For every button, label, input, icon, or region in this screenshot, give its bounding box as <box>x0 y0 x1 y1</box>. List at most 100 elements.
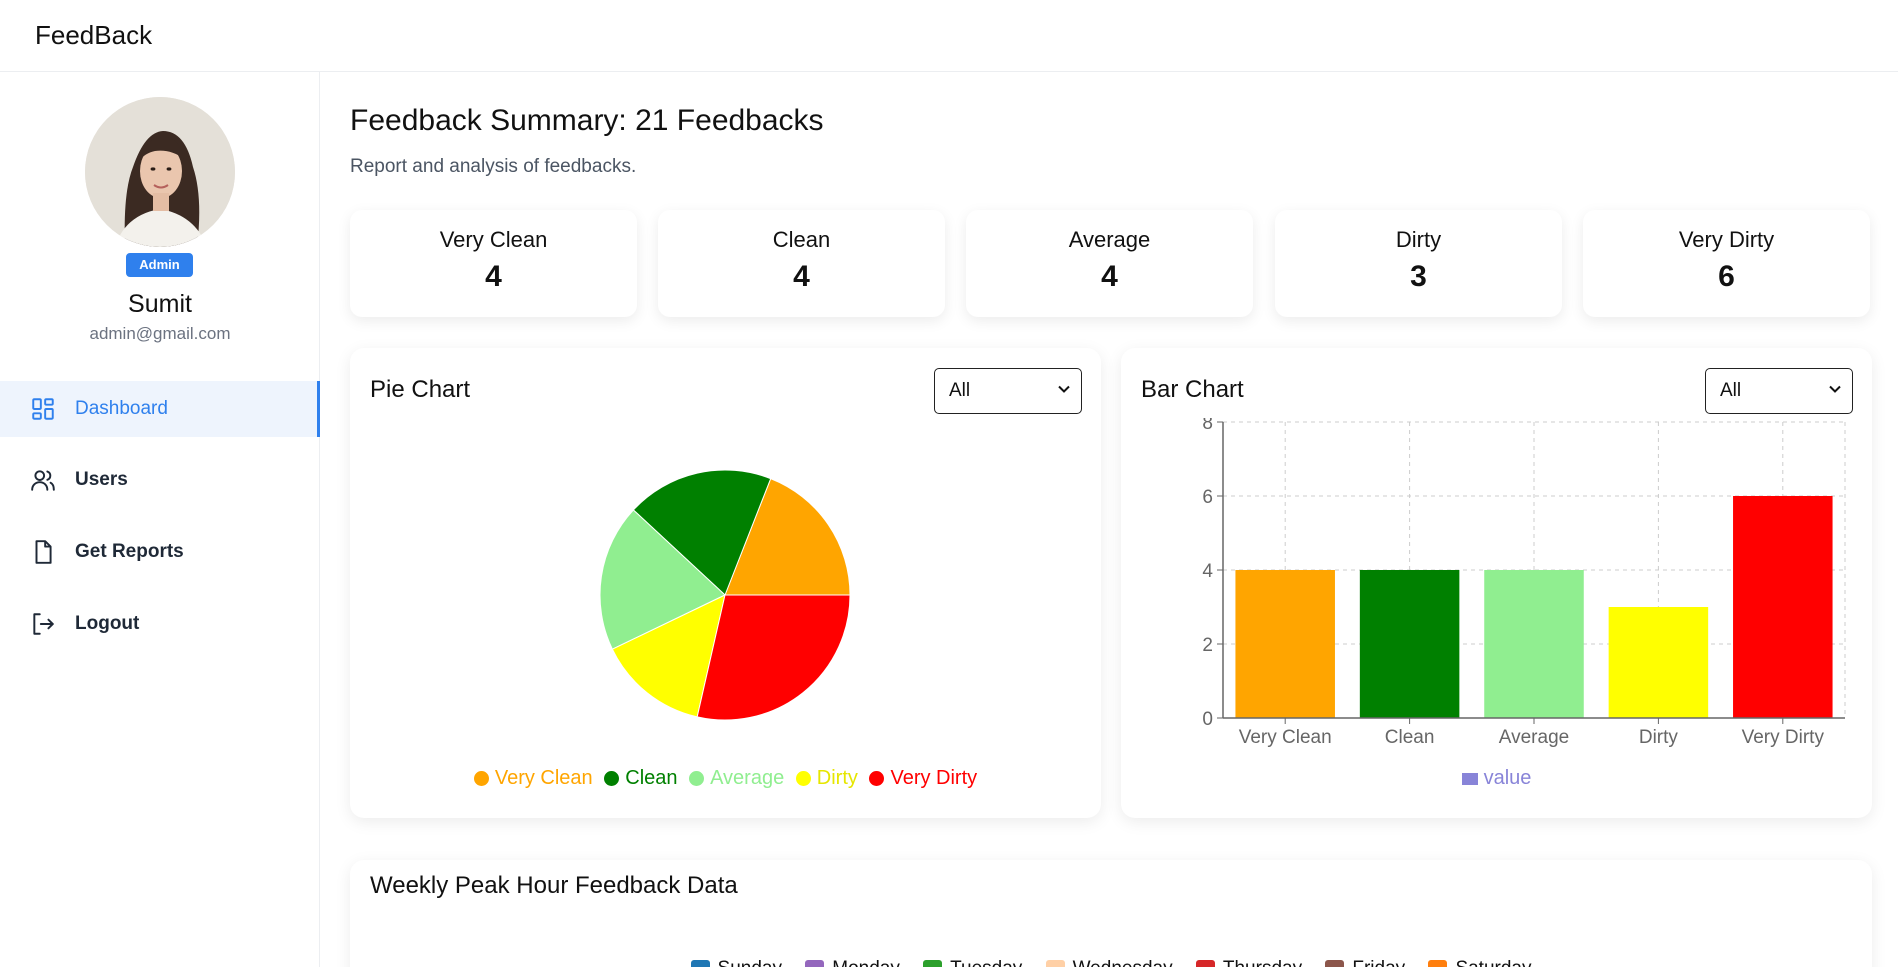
legend-dot <box>473 771 489 786</box>
legend-swatch <box>1045 959 1065 967</box>
sidebar-item-logout[interactable]: Logout <box>0 596 320 652</box>
sidebar-item-label: Get Reports <box>75 541 184 562</box>
legend-label: value <box>1483 767 1532 789</box>
pie-filter-value: All <box>949 380 971 401</box>
stat-card-average: Average 4 <box>966 210 1253 317</box>
y-tick-label: 6 <box>1202 487 1213 508</box>
stat-label: Dirty <box>1395 227 1442 252</box>
sidebar-item-label: Dashboard <box>75 398 168 419</box>
document-icon <box>30 539 56 565</box>
weekly-peak-title: Weekly Peak Hour Feedback Data <box>370 872 738 899</box>
legend-label: Sunday <box>718 958 782 967</box>
weekly-legend: Sunday Monday Tuesday Wednesday Thursday… <box>350 958 1872 967</box>
legend-item-very-dirty: Very Dirty <box>869 767 977 790</box>
bar-legend: value <box>1121 767 1872 791</box>
stat-label: Very Dirty <box>1678 227 1775 252</box>
pie-legend: Very Clean Clean Average Dirty Very Dirt… <box>350 767 1101 792</box>
page-title: Feedback Summary: 21 Feedbacks <box>350 104 824 137</box>
legend-swatch <box>1325 959 1345 967</box>
stat-label: Clean <box>772 227 831 252</box>
legend-label: Clean <box>625 767 678 789</box>
legend-item-average: Average <box>689 767 784 790</box>
app-brand[interactable]: FeedBack <box>35 20 152 51</box>
legend-item-dirty: Dirty <box>795 767 858 790</box>
legend-label: Very Dirty <box>890 767 978 789</box>
stat-card-very-dirty: Very Dirty 6 <box>1583 210 1870 317</box>
legend-label: Dirty <box>816 767 858 789</box>
x-tick-label: Average <box>1499 727 1569 748</box>
sidebar-item-get-reports[interactable]: Get Reports <box>0 524 320 580</box>
y-tick-label: 0 <box>1202 709 1213 730</box>
stat-card-clean: Clean 4 <box>658 210 945 317</box>
legend-label: Monday <box>832 958 900 967</box>
stat-value: 4 <box>1101 260 1118 293</box>
stat-card-very-clean: Very Clean 4 <box>350 210 637 317</box>
legend-swatch <box>690 959 710 967</box>
y-tick-label: 4 <box>1202 561 1213 582</box>
legend-item-value: value <box>1461 767 1532 790</box>
legend-item-thursday: Thursday <box>1195 958 1302 967</box>
legend-label: Wednesday <box>1073 958 1173 967</box>
pie-chart-title: Pie Chart <box>370 376 471 403</box>
x-tick-label: Very Dirty <box>1742 727 1825 748</box>
bar-filter-value: All <box>1720 380 1742 401</box>
pie-filter-select[interactable]: All <box>934 368 1082 414</box>
stat-value: 3 <box>1410 260 1427 293</box>
logout-icon <box>30 611 56 637</box>
sidebar-item-label: Logout <box>75 613 140 634</box>
legend-label: Average <box>710 767 785 789</box>
stat-value: 4 <box>485 260 502 293</box>
sidebar-item-dashboard[interactable]: Dashboard <box>0 381 320 437</box>
bar-very-dirty[interactable] <box>1733 496 1833 718</box>
weekly-peak-panel: Weekly Peak Hour Feedback Data Sunday Mo… <box>350 860 1872 967</box>
sidebar: Admin Sumit admin@gmail.com Dashboard Us… <box>0 72 320 967</box>
bar-filter-select[interactable]: All <box>1705 368 1853 414</box>
legend-item-saturday: Saturday <box>1428 958 1531 967</box>
legend-dot <box>795 771 811 786</box>
page-subtitle: Report and analysis of feedbacks. <box>350 156 637 177</box>
users-icon <box>30 467 56 493</box>
legend-label: Very Clean <box>494 767 593 789</box>
user-email: admin@gmail.com <box>89 324 231 343</box>
chevron-down-icon <box>1058 385 1070 393</box>
y-tick-label: 8 <box>1202 418 1213 434</box>
x-tick-label: Dirty <box>1639 727 1679 748</box>
legend-swatch <box>1195 959 1215 967</box>
legend-label: Saturday <box>1455 958 1531 967</box>
legend-swatch <box>1428 959 1448 967</box>
x-tick-label: Very Clean <box>1239 727 1332 748</box>
stat-card-dirty: Dirty 3 <box>1275 210 1562 317</box>
bar-clean[interactable] <box>1359 570 1460 718</box>
stat-label: Average <box>1068 227 1151 252</box>
bar-very-clean[interactable] <box>1235 570 1335 718</box>
legend-dot <box>869 771 885 786</box>
sidebar-item-users[interactable]: Users <box>0 452 320 508</box>
y-tick-label: 2 <box>1202 635 1213 656</box>
legend-item-tuesday: Tuesday <box>923 958 1022 967</box>
legend-dot <box>689 771 705 786</box>
pie-chart <box>599 469 851 721</box>
stat-value: 6 <box>1718 260 1735 293</box>
legend-item-sunday: Sunday <box>690 958 782 967</box>
bar-chart: 0 2 4 6 8 Very Clean Clean Average Dirty Very Dir… <box>1202 418 1846 748</box>
legend-item-monday: Monday <box>805 958 900 967</box>
dashboard-grid-icon <box>30 396 56 422</box>
legend-swatch <box>1461 772 1478 785</box>
bar-chart-title: Bar Chart <box>1141 376 1244 403</box>
admin-badge: Admin <box>126 253 193 277</box>
sidebar-item-label: Users <box>75 469 128 490</box>
user-name: Sumit <box>128 290 192 318</box>
bar-average[interactable] <box>1484 570 1584 718</box>
chevron-down-icon <box>1829 385 1841 393</box>
x-tick-label: Clean <box>1385 727 1435 748</box>
top-bar: FeedBack <box>0 0 1898 72</box>
legend-item-clean: Clean <box>604 767 678 790</box>
bar-chart-panel: Bar Chart All 0 2 4 6 8 Very Clean Clean Averag… <box>1121 348 1872 818</box>
legend-dot <box>604 771 620 786</box>
avatar <box>85 97 235 247</box>
legend-item-very-clean: Very Clean <box>473 767 593 790</box>
legend-label: Friday <box>1352 958 1405 967</box>
legend-label: Tuesday <box>950 958 1022 967</box>
stat-value: 4 <box>793 260 810 293</box>
bar-dirty[interactable] <box>1608 607 1709 718</box>
